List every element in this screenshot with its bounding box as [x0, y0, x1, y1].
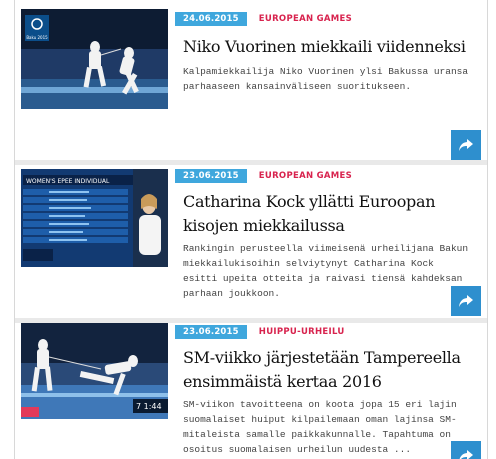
share-arrow-icon — [459, 139, 473, 151]
article-title[interactable]: SM-viikko järjestetään Tampereella ensim… — [183, 346, 473, 394]
article-card[interactable]: Baku 2015 24.06.2015 EUROPEAN GAMES Niko… — [15, 0, 487, 160]
article-category[interactable]: HUIPPU-URHEILU — [259, 327, 345, 337]
article-meta: 24.06.2015 EUROPEAN GAMES — [175, 12, 352, 26]
scoreboard-title: WOMEN'S EPEE INDIVIDUAL — [26, 178, 110, 185]
article-category[interactable]: EUROPEAN GAMES — [259, 14, 352, 24]
article-title[interactable]: Niko Vuorinen miekkaili viidenneksi — [183, 35, 473, 59]
article-image[interactable]: WOMEN'S EPEE INDIVIDUAL — [21, 169, 168, 267]
share-button[interactable] — [451, 441, 481, 459]
article-date: 23.06.2015 — [175, 169, 247, 183]
article-category[interactable]: EUROPEAN GAMES — [259, 171, 352, 181]
article-description: Kalpamiekkailija Niko Vuorinen ylsi Baku… — [183, 66, 469, 92]
article-meta: 23.06.2015 HUIPPU-URHEILU — [175, 325, 345, 339]
article-description: Rankingin perusteella viimeisenä urheili… — [183, 243, 469, 299]
share-arrow-icon — [459, 295, 473, 307]
news-feed: Baku 2015 24.06.2015 EUROPEAN GAMES Niko… — [14, 0, 488, 459]
article-image[interactable]: Baku 2015 — [21, 9, 168, 109]
article-card[interactable]: 7 1:44 23.06.2015 HUIPPU-URHEILU SM-viik… — [15, 323, 487, 459]
article-description: SM-viikon tavoitteena on koota jopa 15 e… — [183, 399, 457, 455]
article-date: 24.06.2015 — [175, 12, 247, 26]
share-arrow-icon — [459, 450, 473, 459]
article-title[interactable]: Catharina Kock yllätti Euroopan kisojen … — [183, 190, 473, 238]
baku-logo-text: Baku 2015 — [26, 35, 48, 40]
article-image[interactable]: 7 1:44 — [21, 323, 168, 419]
share-button[interactable] — [451, 286, 481, 316]
article-meta: 23.06.2015 EUROPEAN GAMES — [175, 169, 352, 183]
share-button[interactable] — [451, 130, 481, 160]
score-display: 7 1:44 — [136, 402, 162, 411]
article-card[interactable]: WOMEN'S EPEE INDIVIDUAL 23.06.2015 EUROP… — [15, 165, 487, 318]
article-date: 23.06.2015 — [175, 325, 247, 339]
